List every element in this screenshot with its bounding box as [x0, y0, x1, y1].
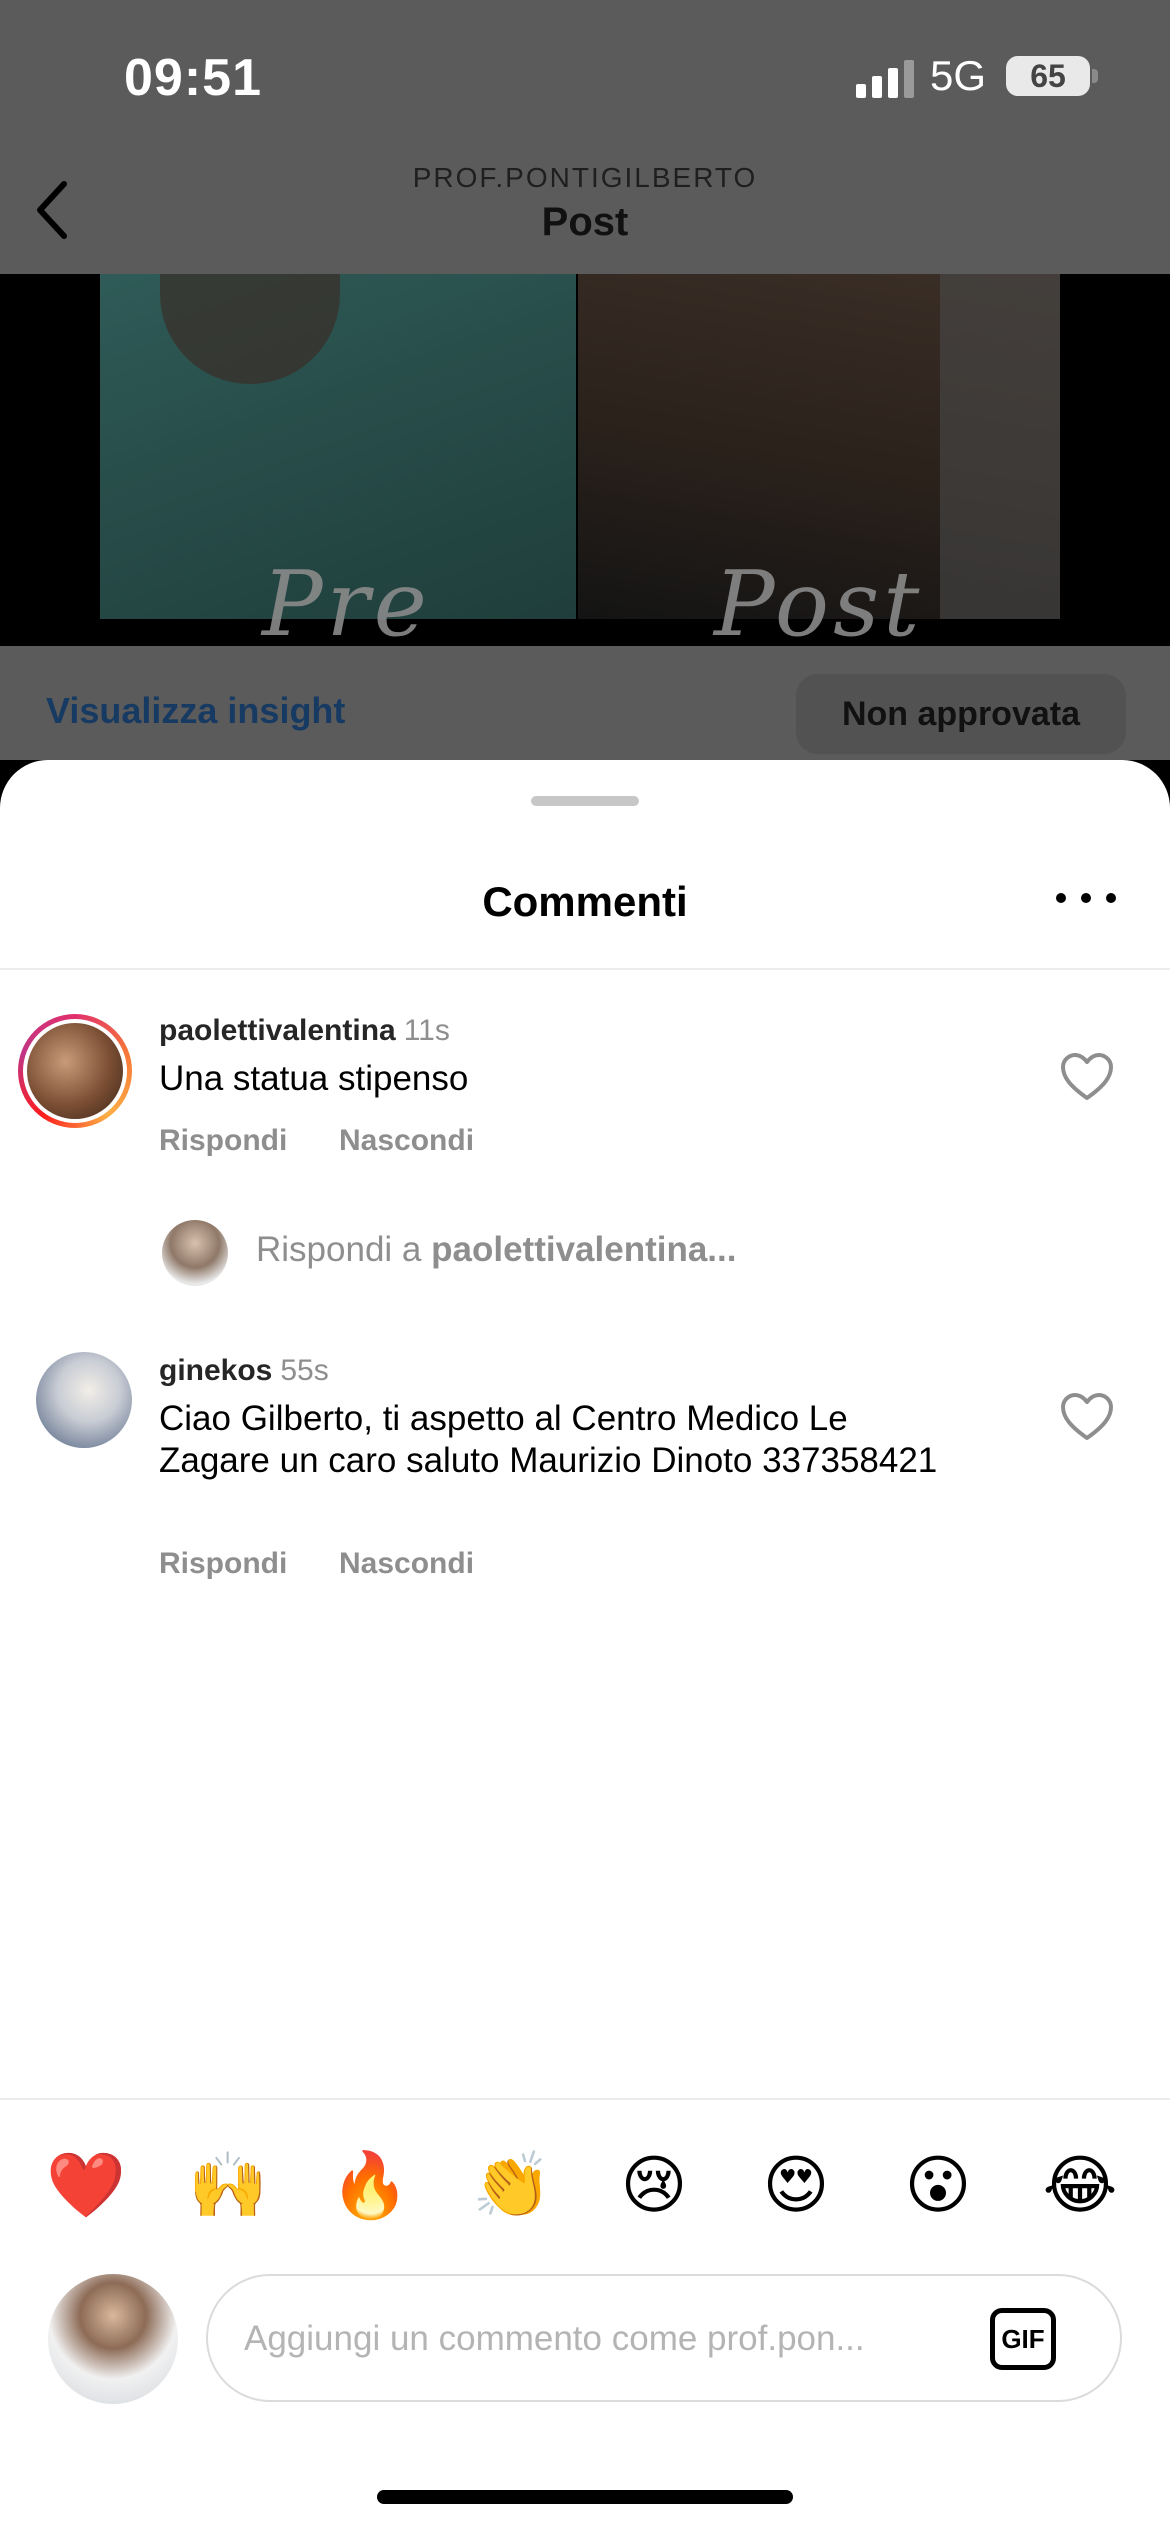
battery-level: 65 — [1030, 58, 1066, 94]
gif-button[interactable]: GIF — [990, 2308, 1056, 2370]
battery-icon: 65 — [1006, 56, 1090, 96]
avatar-image — [27, 1023, 123, 1119]
reply-button[interactable]: Rispondi — [159, 1124, 287, 1158]
avatar[interactable] — [36, 1352, 132, 1448]
reply-button[interactable]: Rispondi — [159, 1547, 287, 1581]
reply-to-username: paolettivalentina... — [431, 1230, 737, 1269]
more-dot — [1081, 893, 1091, 903]
sheet-header-divider — [0, 968, 1170, 970]
comment-text: Ciao Gilberto, ti aspetto al Centro Medi… — [159, 1399, 938, 1480]
avatar — [48, 2274, 178, 2404]
emoji-raising-hands[interactable]: 🙌 — [188, 2146, 268, 2226]
more-dots-icon — [1056, 893, 1066, 903]
post-photo-label-after: Post — [714, 552, 924, 646]
post-status-button[interactable]: Non approvata — [796, 674, 1126, 754]
home-indicator[interactable] — [377, 2490, 793, 2504]
reply-to-prompt[interactable]: Rispondi a paolettivalentina... — [256, 1230, 736, 1270]
comment-time: 55s — [280, 1354, 329, 1387]
comment-username[interactable]: ginekos — [159, 1354, 272, 1387]
emoji-quick-bar: ❤️ 🙌 🔥 👏 😢 😍 😮 😂 — [0, 2146, 1170, 2226]
comment-text: Una statua stipenso — [159, 1059, 469, 1098]
avatar — [162, 1220, 228, 1286]
post-photo-label-before: Pre — [262, 552, 431, 646]
avatar-inner — [23, 1019, 127, 1123]
page-title: Post — [541, 200, 629, 244]
emoji-surprised[interactable]: 😮 — [898, 2146, 978, 2226]
hide-button[interactable]: Nascondi — [339, 1124, 474, 1158]
heart-icon[interactable] — [1060, 1052, 1114, 1102]
battery-tip — [1092, 69, 1098, 83]
sheet-title: Commenti — [482, 878, 688, 925]
hide-button[interactable]: Nascondi — [339, 1547, 474, 1581]
emoji-heart-eyes[interactable]: 😍 — [756, 2146, 836, 2226]
signal-icon — [856, 60, 914, 98]
network-type: 5G — [930, 52, 987, 99]
reply-to-prefix: Rispondi a — [256, 1230, 422, 1269]
more-dot — [1106, 893, 1116, 903]
more-options-button[interactable] — [1056, 878, 1116, 918]
post-image[interactable]: Pre Post — [0, 274, 1170, 646]
emoji-clapping[interactable]: 👏 — [472, 2146, 552, 2226]
composer-divider — [0, 2098, 1170, 2100]
emoji-heart[interactable]: ❤️ — [46, 2146, 126, 2226]
nav-header: PROF.PONTIGILBERTO Post — [0, 160, 1170, 274]
emoji-fire[interactable]: 🔥 — [330, 2146, 410, 2226]
sheet-drag-handle[interactable] — [531, 796, 639, 806]
avatar[interactable] — [18, 1014, 132, 1128]
emoji-laughing[interactable]: 😂 — [1040, 2146, 1120, 2226]
insight-row: Visualizza insight Non approvata — [0, 646, 1170, 760]
comment-input[interactable] — [244, 2306, 964, 2372]
post-owner-username: PROF.PONTIGILBERTO — [412, 162, 758, 193]
heart-icon[interactable] — [1060, 1392, 1114, 1442]
emoji-crying[interactable]: 😢 — [614, 2146, 694, 2226]
view-insights-link[interactable]: Visualizza insight — [46, 690, 345, 732]
status-bar: 09:51 5G 65 — [0, 0, 1170, 160]
comment-header: paolettivalentina 11s — [159, 1014, 450, 1048]
comment-time: 11s — [403, 1014, 450, 1047]
comment-header: ginekos 55s — [159, 1354, 329, 1388]
status-time: 09:51 — [124, 49, 262, 107]
comment-composer: GIF — [206, 2274, 1122, 2402]
comment-username[interactable]: paolettivalentina — [159, 1014, 396, 1047]
